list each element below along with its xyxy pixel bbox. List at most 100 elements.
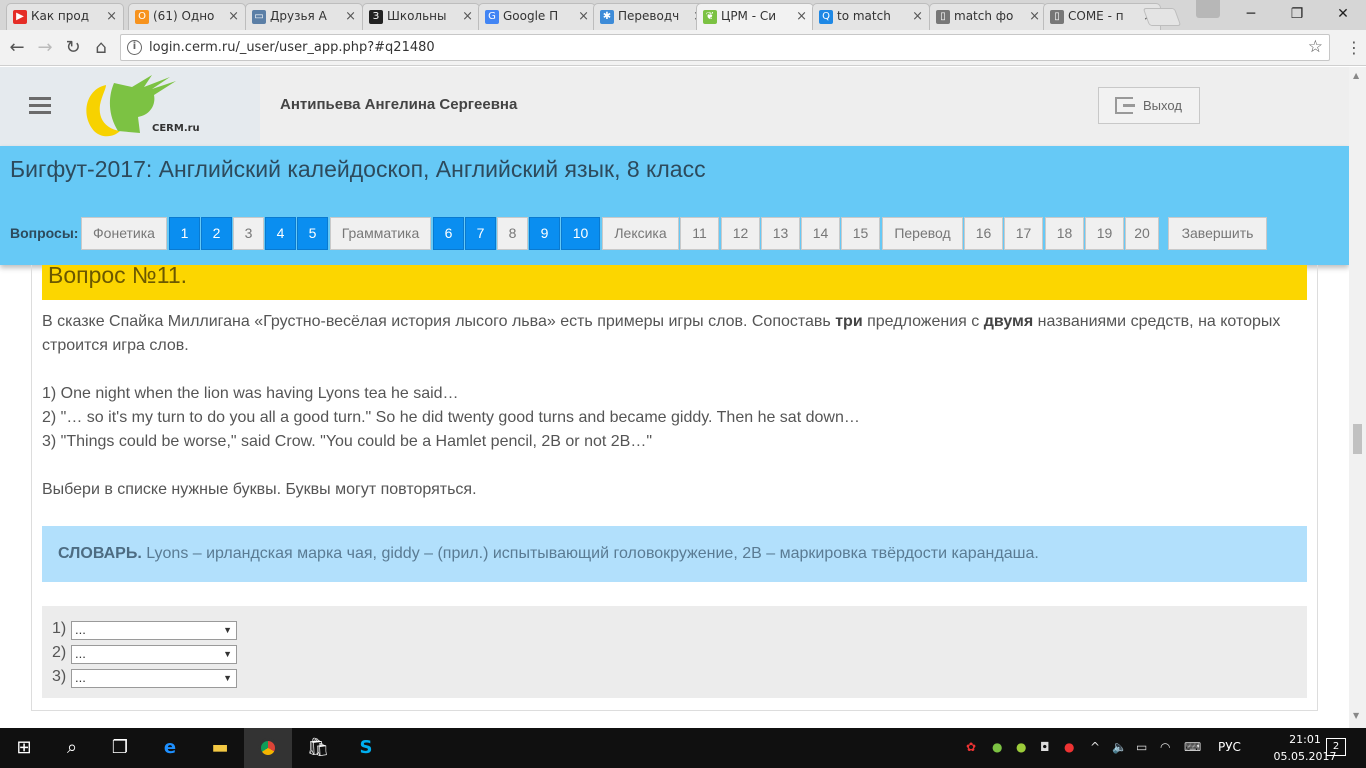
answer-select-3[interactable]: ... ▼ bbox=[71, 669, 237, 688]
question-nav-button[interactable]: Фонетика bbox=[81, 217, 167, 250]
question-nav-button[interactable]: 11 bbox=[680, 217, 719, 250]
browser-tab[interactable]: O (61) Одно × bbox=[128, 3, 246, 30]
address-bar[interactable]: i login.cerm.ru/_user/user_app.php?#q214… bbox=[120, 34, 1330, 61]
question-nav-button[interactable]: Завершить bbox=[1168, 217, 1267, 250]
tab-title: to match bbox=[837, 9, 891, 23]
tab-close-icon[interactable]: × bbox=[578, 4, 589, 29]
back-arrow-icon[interactable]: ← bbox=[6, 37, 28, 59]
minimize-button[interactable]: ─ bbox=[1228, 0, 1274, 28]
keyboard-icon[interactable]: ⌨ bbox=[1184, 740, 1201, 754]
chrome-icon[interactable] bbox=[244, 728, 292, 768]
question-nav-button[interactable]: 10 bbox=[561, 217, 600, 250]
site-header: CERM.ru Антипьева Ангелина Сергеевна Вых… bbox=[0, 67, 1349, 146]
question-nav-button[interactable]: 12 bbox=[721, 217, 760, 250]
tray-chevron-icon[interactable]: ^ bbox=[1090, 740, 1100, 754]
tab-title: match фо bbox=[954, 9, 1014, 23]
profile-icon[interactable] bbox=[1196, 0, 1220, 18]
question-nav-button[interactable]: Перевод bbox=[882, 217, 963, 250]
edge-browser-icon[interactable]: e bbox=[146, 728, 194, 768]
logout-label: Выход bbox=[1143, 98, 1182, 113]
power-icon[interactable]: ▭ bbox=[1136, 740, 1147, 754]
course-title: Бигфут-2017: Английский калейдоскоп, Анг… bbox=[10, 156, 706, 182]
notifications-icon[interactable]: 2 bbox=[1326, 738, 1346, 756]
tray-app-icon[interactable]: ● bbox=[1016, 740, 1026, 754]
windows-start-icon[interactable]: ⊞ bbox=[0, 728, 48, 768]
reload-icon[interactable]: ↻ bbox=[62, 37, 84, 59]
question-nav-button[interactable]: 7 bbox=[465, 217, 496, 250]
question-nav-button[interactable]: 16 bbox=[964, 217, 1003, 250]
tray-app-icon[interactable]: ● bbox=[992, 740, 1002, 754]
question-nav-button[interactable]: 3 bbox=[233, 217, 264, 250]
question-nav-button[interactable]: 6 bbox=[433, 217, 464, 250]
user-name: Антипьева Ангелина Сергеевна bbox=[280, 96, 518, 113]
question-nav-button[interactable]: 4 bbox=[265, 217, 296, 250]
tab-close-icon[interactable]: × bbox=[1029, 4, 1040, 29]
file-explorer-icon[interactable]: ▬ bbox=[196, 728, 244, 768]
question-nav-button[interactable]: 9 bbox=[529, 217, 560, 250]
info-icon[interactable]: i bbox=[127, 40, 142, 55]
tray-app-icon[interactable]: ◘ bbox=[1040, 740, 1050, 754]
bookmark-star-icon[interactable]: ☆ bbox=[1308, 35, 1323, 60]
tab-close-icon[interactable]: × bbox=[345, 4, 356, 29]
task-view-icon[interactable]: ❐ bbox=[96, 728, 144, 768]
skype-icon[interactable]: S bbox=[342, 728, 390, 768]
tab-close-icon[interactable]: × bbox=[228, 4, 239, 29]
question-nav-button[interactable]: 17 bbox=[1004, 217, 1043, 250]
answer-row: 1) ... ▼ bbox=[52, 620, 237, 640]
question-nav-button[interactable]: 1 bbox=[169, 217, 200, 250]
question-nav-button[interactable]: 18 bbox=[1045, 217, 1084, 250]
forward-arrow-icon[interactable]: → bbox=[34, 37, 56, 59]
page-viewport: CERM.ru Антипьева Ангелина Сергеевна Вых… bbox=[0, 67, 1349, 728]
translate-icon: ✱ bbox=[600, 10, 614, 24]
tab-close-icon[interactable]: × bbox=[106, 4, 117, 29]
browser-tab[interactable]: Qto match × bbox=[812, 3, 930, 30]
browser-tab[interactable]: ▯COME - п× bbox=[1043, 3, 1161, 30]
tab-close-icon[interactable]: × bbox=[462, 4, 473, 29]
logout-icon bbox=[1115, 97, 1135, 114]
search-icon[interactable]: ⌕ bbox=[48, 728, 96, 768]
tab-close-icon[interactable]: × bbox=[912, 4, 923, 29]
browser-tab[interactable]: ✱Переводч× bbox=[593, 3, 711, 30]
question-nav-button[interactable]: Лексика bbox=[602, 217, 679, 250]
url-text: login.cerm.ru/_user/user_app.php?#q21480 bbox=[149, 40, 435, 55]
store-icon[interactable]: 🛍 bbox=[294, 728, 342, 768]
new-tab-button[interactable] bbox=[1142, 8, 1182, 26]
answer-select-2[interactable]: ... ▼ bbox=[71, 645, 237, 664]
scroll-up-icon[interactable]: ▲ bbox=[1353, 71, 1359, 80]
tab-title: ЦРМ - Си bbox=[721, 9, 777, 23]
select-value: ... bbox=[75, 670, 86, 685]
question-nav-button[interactable]: 13 bbox=[761, 217, 800, 250]
question-nav-button[interactable]: 15 bbox=[841, 217, 880, 250]
browser-tab[interactable]: ▯ match фо × bbox=[929, 3, 1047, 30]
hamburger-menu-icon[interactable] bbox=[29, 97, 51, 115]
question-nav-button[interactable]: Грамматика bbox=[330, 217, 431, 250]
browser-tab[interactable]: G Google П × bbox=[478, 3, 596, 30]
browser-tab[interactable]: ▶ Как прод × bbox=[6, 3, 124, 30]
maximize-button[interactable]: ❐ bbox=[1274, 0, 1320, 28]
question-nav-button[interactable]: 20 bbox=[1125, 217, 1159, 250]
scroll-down-icon[interactable]: ▼ bbox=[1353, 711, 1359, 720]
close-window-button[interactable]: ✕ bbox=[1320, 0, 1366, 28]
tray-app-icon[interactable]: ● bbox=[1064, 740, 1074, 754]
cerm-logo[interactable]: CERM.ru bbox=[80, 75, 200, 143]
question-nav-button[interactable]: 19 bbox=[1085, 217, 1124, 250]
scrollbar-thumb[interactable] bbox=[1353, 424, 1362, 454]
question-nav-button[interactable]: 8 bbox=[497, 217, 528, 250]
page-scrollbar[interactable]: ▲ ▼ bbox=[1349, 67, 1366, 728]
home-icon[interactable]: ⌂ bbox=[90, 37, 112, 59]
wifi-icon[interactable]: ◠ bbox=[1160, 740, 1170, 754]
browser-tab[interactable]: ▭ Друзья А × bbox=[245, 3, 363, 30]
answer-select-1[interactable]: ... ▼ bbox=[71, 621, 237, 640]
question-nav-button[interactable]: 14 bbox=[801, 217, 840, 250]
language-indicator[interactable]: РУС bbox=[1218, 740, 1241, 754]
question-nav-button[interactable]: 2 bbox=[201, 217, 232, 250]
browser-tab[interactable]: З Школьны × bbox=[362, 3, 480, 30]
search-icon: Q bbox=[819, 10, 833, 24]
browser-menu-icon[interactable]: ⋮ bbox=[1346, 38, 1362, 58]
volume-icon[interactable]: 🔈 bbox=[1112, 740, 1127, 754]
tray-app-icon[interactable]: ✿ bbox=[966, 740, 976, 754]
browser-tab[interactable]: ❦ ЦРМ - Си × bbox=[696, 3, 814, 30]
question-nav-button[interactable]: 5 bbox=[297, 217, 328, 250]
logout-button[interactable]: Выход bbox=[1098, 87, 1200, 124]
tab-close-icon[interactable]: × bbox=[796, 4, 807, 29]
